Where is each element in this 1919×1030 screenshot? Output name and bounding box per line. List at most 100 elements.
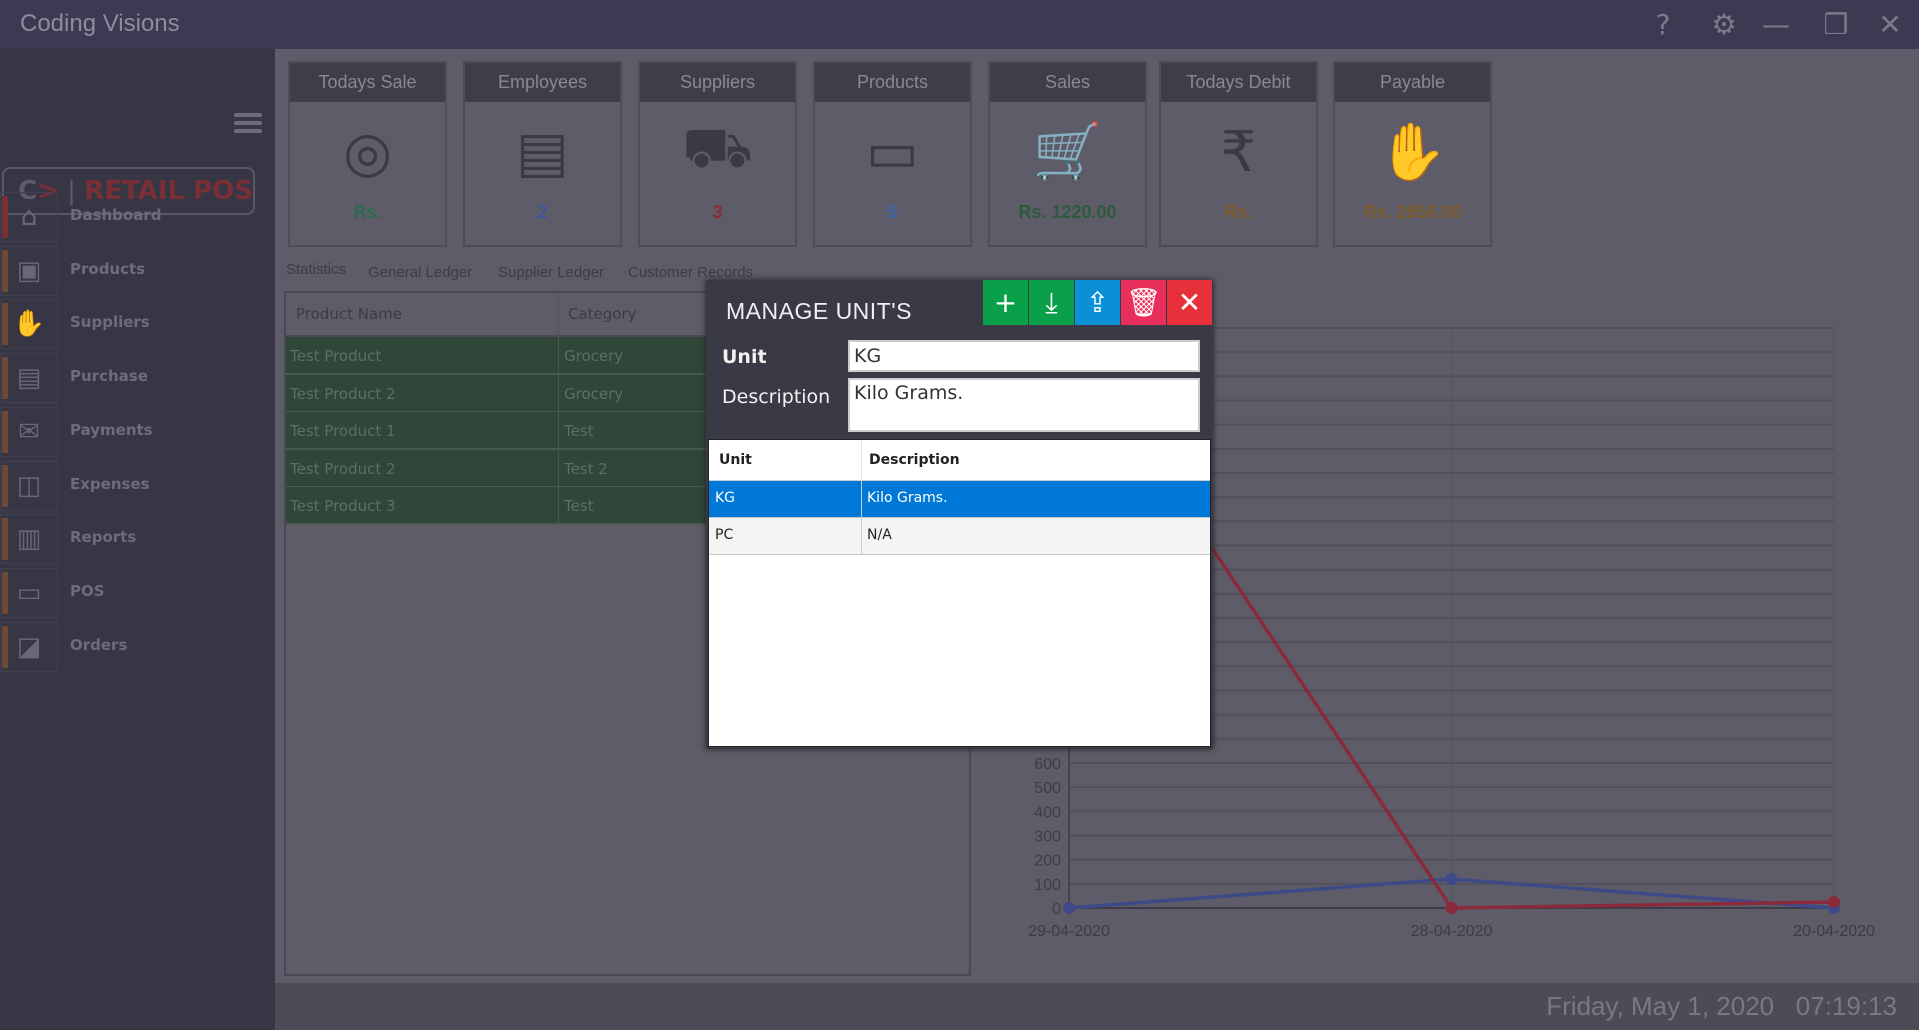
money-safe-icon: ◎ (343, 119, 392, 185)
x-tick-label: 20-04-2020 (1793, 923, 1875, 940)
close-button[interactable]: ✕ (1167, 280, 1212, 325)
update-button[interactable]: ⇪ (1075, 280, 1120, 325)
x-tick-label: 28-04-2020 (1411, 923, 1493, 940)
card-title: Sales (990, 63, 1145, 102)
card-value: 5 (887, 202, 898, 222)
cell-product-name: Test Product 2 (290, 459, 396, 478)
sidebar-item-dashboard[interactable]: ⌂ Dashboard (0, 192, 275, 242)
column-header[interactable]: Product Name (296, 305, 402, 323)
stat-card-todays-sale[interactable]: Todays Sale ◎ Rs. (288, 61, 447, 247)
pos-monitor-icon: ▭ (0, 567, 58, 618)
delete-button[interactable]: 🗑 (1121, 280, 1166, 325)
description-label: Description (722, 386, 831, 408)
tab-statistics[interactable]: Statistics (280, 259, 352, 280)
cell-product-name: Test Product 2 (290, 384, 396, 403)
sidebar-item-payments[interactable]: ✉ Payments (0, 406, 275, 457)
settings-icon[interactable]: ⚙ (1706, 8, 1742, 42)
cell-category: Grocery (564, 384, 624, 403)
laptop-icon: ▭ (866, 119, 919, 185)
cell-category: Test 2 (564, 459, 608, 478)
grid-header: Unit Description (709, 440, 1210, 481)
cell-category: Test (564, 422, 594, 440)
x-tick-label: 29-04-2020 (1028, 923, 1110, 940)
add-button[interactable]: + (983, 280, 1028, 325)
hamburger-menu-icon[interactable] (234, 109, 262, 137)
cart-icon: 🛒 (1032, 120, 1103, 185)
sidebar-item-suppliers[interactable]: ✋ Suppliers (0, 299, 275, 350)
sidebar-item-label: Suppliers (70, 313, 150, 332)
card-value: Rs. (353, 202, 382, 222)
save-button[interactable]: ⤓ (1029, 280, 1074, 325)
unit-input[interactable] (848, 340, 1200, 372)
stat-card-sales[interactable]: Sales 🛒 Rs. 1220.00 (988, 61, 1147, 247)
tab-supplier-ledger[interactable]: Supplier Ledger (492, 262, 610, 283)
rupee-notes-icon: ₹ (1220, 119, 1257, 185)
y-tick-label: 400 (1034, 804, 1061, 821)
sidebar-item-reports[interactable]: ▥ Reports (0, 514, 275, 565)
manage-units-dialog: MANAGE UNIT'S +⤓⇪🗑✕ Unit Description Kil… (706, 280, 1213, 749)
date-time: Friday, May 1, 2020 07:19:13 (1546, 991, 1897, 1022)
data-point (1828, 895, 1840, 908)
id-card-icon: ▤ (516, 119, 569, 185)
sidebar-item-products[interactable]: ▣ Products (0, 245, 275, 296)
sidebar-item-label: Dashboard (70, 206, 162, 224)
purchase-icon: ▤ (0, 353, 58, 404)
status-bar: Friday, May 1, 2020 07:19:13 (275, 983, 1919, 1030)
y-tick-label: 0 (1052, 901, 1061, 918)
sidebar-item-label: POS (70, 581, 105, 600)
sidebar-item-orders[interactable]: ◪ Orders (0, 621, 275, 672)
sidebar-item-expenses[interactable]: ◫ Expenses (0, 460, 275, 511)
column-header[interactable]: Category (568, 305, 637, 323)
data-point (1445, 902, 1458, 914)
orders-icon: ◪ (0, 621, 58, 672)
handshake-icon: ✋ (0, 299, 58, 350)
sidebar-item-label: Expenses (70, 474, 150, 493)
y-tick-label: 300 (1034, 829, 1061, 846)
cell-description: Kilo Grams. (867, 490, 948, 506)
stat-card-todays-debit[interactable]: Todays Debit ₹ Rs. (1159, 61, 1318, 247)
sidebar: C> | RETAIL POS ⌂ Dashboard ▣ Products ✋ Supp… (0, 49, 275, 1030)
maximize-icon[interactable]: ❐ (1818, 8, 1854, 42)
unit-label: Unit (722, 346, 767, 368)
card-title: Todays Debit (1161, 63, 1316, 102)
hand-coin-icon: ✋ (1377, 120, 1448, 185)
sidebar-item-label: Payments (70, 420, 153, 439)
sidebar-item-purchase[interactable]: ▤ Purchase (0, 353, 275, 404)
cell-category: Grocery (564, 347, 624, 365)
sidebar-item-label: Reports (70, 528, 137, 547)
cell-unit: KG (715, 490, 736, 506)
grid-row[interactable]: PC N/A (709, 518, 1210, 555)
cell-category: Test (564, 497, 594, 515)
truck-icon: ⛟ (682, 116, 753, 181)
y-tick-label: 500 (1034, 780, 1061, 797)
sidebar-item-label: Products (70, 259, 146, 278)
card-value: Rs. (1224, 202, 1253, 222)
tab-general-ledger[interactable]: General Ledger (362, 262, 478, 283)
data-point (1445, 873, 1458, 885)
grid-row[interactable]: KG Kilo Grams. (709, 481, 1210, 518)
sidebar-item-pos[interactable]: ▭ POS (0, 567, 275, 618)
stat-card-products[interactable]: Products ▭ 5 (813, 61, 972, 247)
stat-card-employees[interactable]: Employees ▤ 2 (463, 61, 622, 247)
box-icon: ▣ (0, 245, 58, 296)
y-tick-label: 200 (1034, 853, 1061, 870)
card-title: Suppliers (640, 63, 795, 102)
y-tick-label: 600 (1034, 756, 1061, 773)
column-header[interactable]: Description (863, 452, 960, 468)
stat-card-payable[interactable]: Payable ✋ Rs. 2856.00 (1333, 61, 1492, 247)
minimize-icon[interactable]: — (1758, 8, 1794, 42)
description-input[interactable]: Kilo Grams. (848, 378, 1200, 432)
column-header[interactable]: Unit (713, 452, 752, 468)
title-bar: Coding Visions ? ⚙ — ❐ ✕ (0, 0, 1919, 49)
cell-product-name: Test Product 1 (290, 422, 396, 440)
sidebar-item-label: Purchase (70, 367, 148, 386)
card-value: Rs. 2856.00 (1363, 202, 1462, 222)
wallet-icon: ◫ (0, 460, 58, 511)
card-value: Rs. 1220.00 (1018, 202, 1117, 222)
close-icon[interactable]: ✕ (1872, 8, 1908, 42)
help-icon[interactable]: ? (1645, 8, 1681, 42)
card-value: 2 (537, 202, 548, 222)
y-tick-label: 100 (1034, 877, 1061, 894)
payment-icon: ✉ (0, 406, 58, 457)
stat-card-suppliers[interactable]: Suppliers ⛟ 3 (638, 61, 797, 247)
